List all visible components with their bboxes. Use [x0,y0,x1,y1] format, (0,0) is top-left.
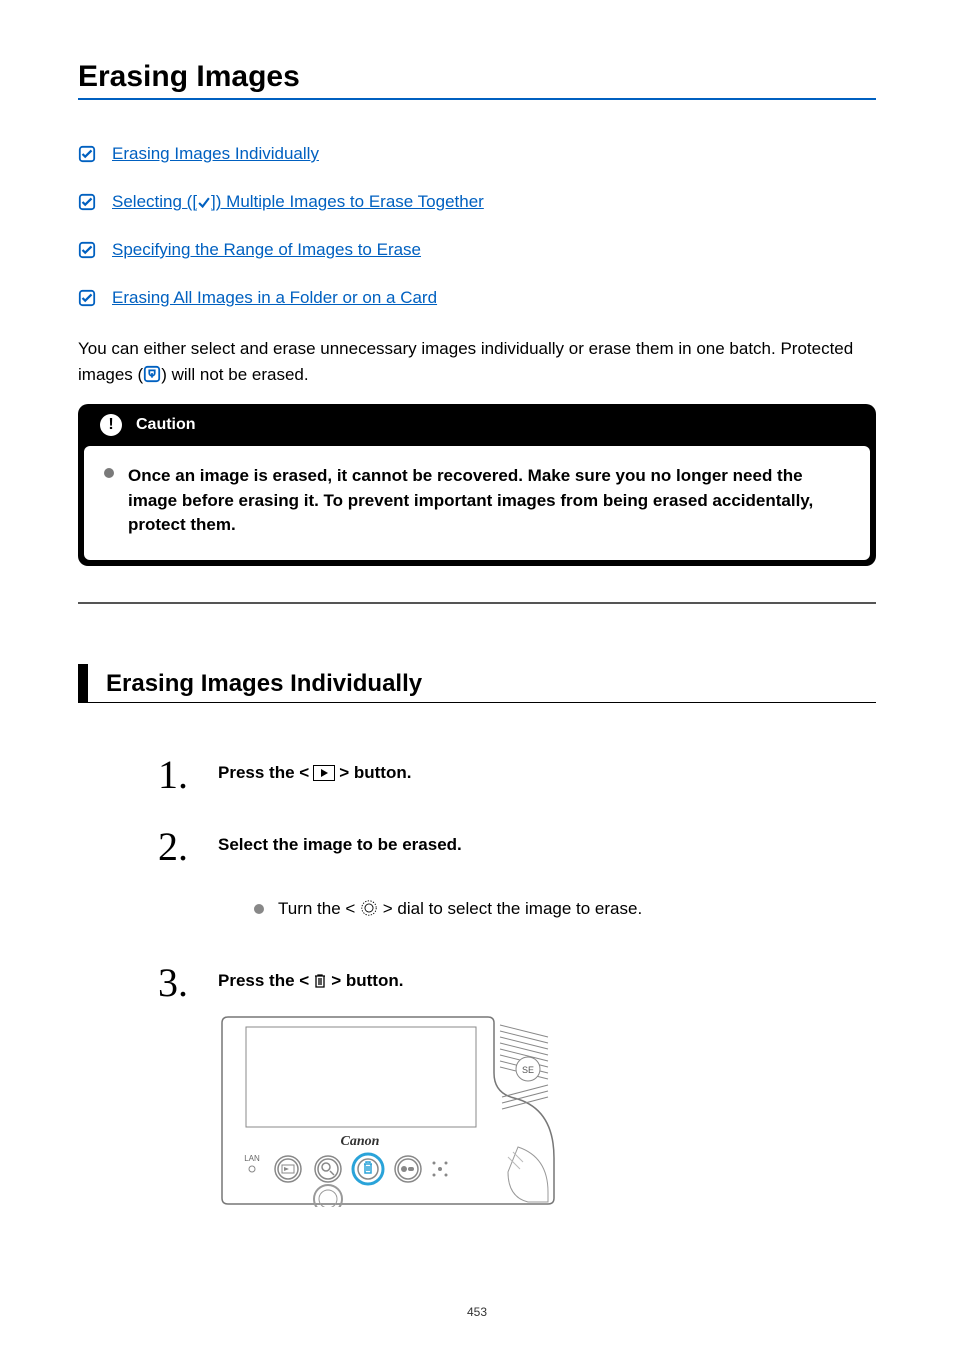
toc-link-erase-all-folder[interactable]: Erasing All Images in a Folder or on a C… [112,288,437,308]
intro-text: You can either select and erase unnecess… [78,336,876,387]
toc-link-select-multiple[interactable]: Selecting ([ ]) Multiple Images to Erase … [112,192,484,212]
step-pre: Press the < [218,763,309,783]
toc-item: Selecting ([ ]) Multiple Images to Erase … [78,192,876,212]
trash-icon [313,973,327,989]
step-2-sub: Turn the < > dial to select the image to… [254,899,876,919]
step-3-title: Press the < > button. [218,971,876,991]
link-icon [78,145,96,163]
steps-list: Press the < > button. Select the image t… [158,763,876,1207]
bullet-icon [104,468,114,478]
caution-text: Once an image is erased, it cannot be re… [128,466,813,534]
camera-figure: SE Canon LAN [218,1007,876,1207]
toc-item: Erasing Images Individually [78,144,876,164]
page-title: Erasing Images [78,60,876,100]
brand-logo: Canon [341,1134,380,1149]
step-2-title: Select the image to be erased. [218,835,876,855]
toc-link-pre: Selecting ([ [112,192,197,211]
protect-icon [143,365,161,383]
caution-header: ! Caution [78,404,876,446]
page-number: 453 [0,1305,954,1319]
section-separator [78,602,876,604]
bullet-icon [254,904,264,914]
step-pre: Press the < [218,971,309,991]
toc-item: Specifying the Range of Images to Erase [78,240,876,260]
toc-link-post: ]) Multiple Images to Erase Together [211,192,484,211]
step-item: Press the < > button. [158,763,876,783]
camera-diagram: SE Canon LAN [218,1007,558,1207]
step-post: > button. [331,971,403,991]
set-label: SE [522,1065,534,1075]
checkmark-icon [197,196,211,210]
section-heading: Erasing Images Individually [78,664,876,703]
toc-item: Erasing All Images in a Folder or on a C… [78,288,876,308]
sub-pre: Turn the < [278,899,360,918]
step-item: Select the image to be erased. Turn the … [158,835,876,919]
caution-box: ! Caution Once an image is erased, it ca… [78,404,876,566]
toc-link-erase-individually[interactable]: Erasing Images Individually [112,144,319,164]
toc-list: Erasing Images Individually Selecting ([… [78,144,876,308]
step-1-title: Press the < > button. [218,763,876,783]
link-icon [78,241,96,259]
quick-dial-icon [360,899,378,917]
playback-button-icon [313,765,335,781]
toc-link-specify-range[interactable]: Specifying the Range of Images to Erase [112,240,421,260]
caution-icon: ! [100,414,122,436]
link-icon [78,289,96,307]
lan-label: LAN [244,1154,260,1163]
link-icon [78,193,96,211]
caution-heading: Caution [136,416,196,434]
sub-post: > dial to select the image to erase. [378,899,642,918]
step-post: > button. [339,763,411,783]
intro-post: ) will not be erased. [161,365,308,384]
caution-body: Once an image is erased, it cannot be re… [84,446,870,560]
step-item: Press the < > button. [158,971,876,1207]
